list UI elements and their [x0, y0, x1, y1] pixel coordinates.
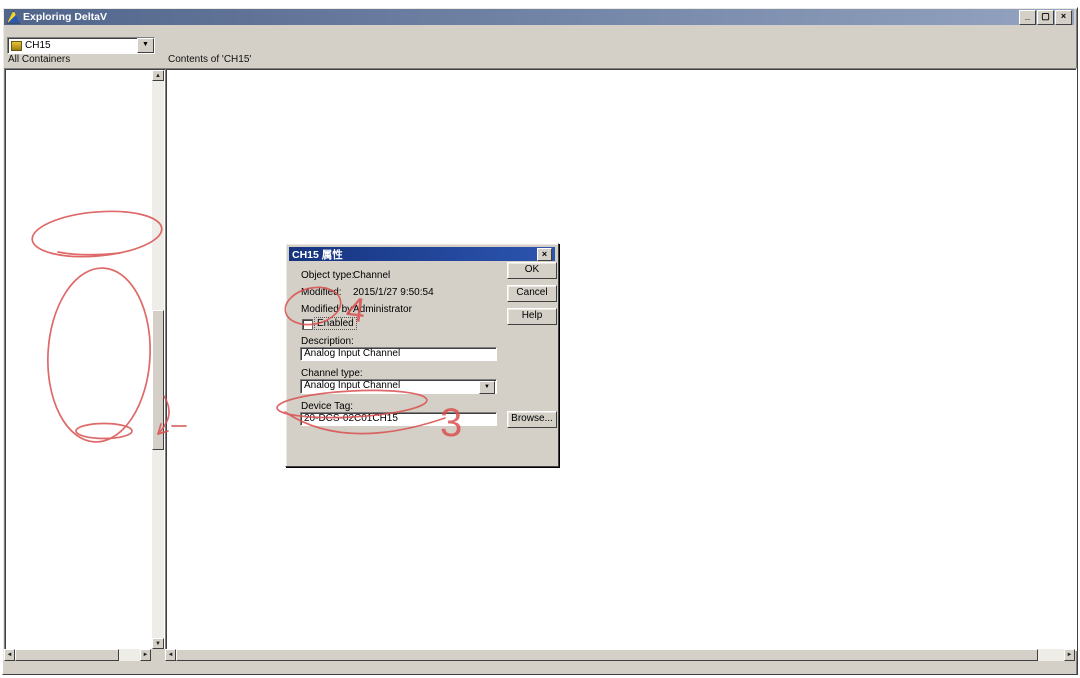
dialog-title: CH15 属性	[292, 247, 343, 262]
maximize-button[interactable]: ▢	[1037, 10, 1054, 25]
browse-button[interactable]: Browse...	[507, 411, 557, 428]
properties-dialog: CH15 属性 × Object type: Channel Modified:…	[285, 243, 559, 467]
object-type-value: Channel	[353, 270, 390, 281]
device-tag-label: Device Tag:	[301, 401, 353, 412]
help-button[interactable]: Help	[507, 308, 557, 325]
minimize-button[interactable]: _	[1019, 10, 1036, 25]
modified-value: 2015/1/27 9:50:54	[353, 287, 434, 298]
left-panel-label: All Containers	[8, 54, 70, 66]
containers-tree-panel: ▲ ▼	[4, 68, 166, 651]
channel-type-value: Analog Input Channel	[304, 380, 400, 391]
status-bar	[3, 661, 1076, 674]
toolbar: CH15 ▼	[4, 37, 1074, 54]
enabled-checkbox-label[interactable]: Enabled	[315, 318, 356, 329]
window-title: Exploring DeltaV	[23, 11, 107, 23]
scrollbar-corner	[151, 649, 165, 661]
modified-by-value: Administrator	[353, 304, 412, 315]
close-button[interactable]: ×	[1055, 10, 1072, 25]
modified-label: Modified:	[301, 287, 342, 298]
ok-button[interactable]: OK	[507, 262, 557, 279]
list-horizontal-scrollbar[interactable]: ◄ ►	[165, 649, 1075, 661]
title-bar: Exploring DeltaV _ ▢ ×	[4, 9, 1074, 25]
combo-dropdown-button[interactable]: ▼	[137, 38, 154, 53]
cancel-button[interactable]: Cancel	[507, 285, 557, 302]
dialog-title-bar: CH15 属性 ×	[289, 247, 555, 261]
description-input[interactable]: Analog Input Channel	[300, 347, 497, 361]
description-label: Description:	[301, 336, 354, 347]
tree-vertical-scrollbar[interactable]: ▲ ▼	[152, 70, 164, 649]
deltav-app-icon	[7, 11, 20, 24]
object-type-label: Object type:	[301, 270, 354, 281]
tree-horizontal-scrollbar[interactable]: ◄ ►	[4, 649, 151, 661]
channel-type-select[interactable]: Analog Input Channel ▼	[300, 379, 497, 394]
right-panel-label: Contents of 'CH15'	[168, 54, 251, 66]
object-combo[interactable]: CH15 ▼	[7, 37, 155, 54]
modified-by-label: Modified by:	[301, 304, 355, 315]
object-combo-value: CH15	[25, 40, 51, 51]
select-arrow-icon[interactable]: ▼	[479, 381, 495, 394]
channel-type-label: Channel type:	[301, 368, 363, 379]
channel-icon	[11, 41, 22, 51]
dialog-close-icon[interactable]: ×	[537, 248, 552, 261]
device-tag-input[interactable]: 20-DCS-02C01CH15	[300, 412, 497, 426]
enabled-checkbox[interactable]	[302, 319, 313, 330]
